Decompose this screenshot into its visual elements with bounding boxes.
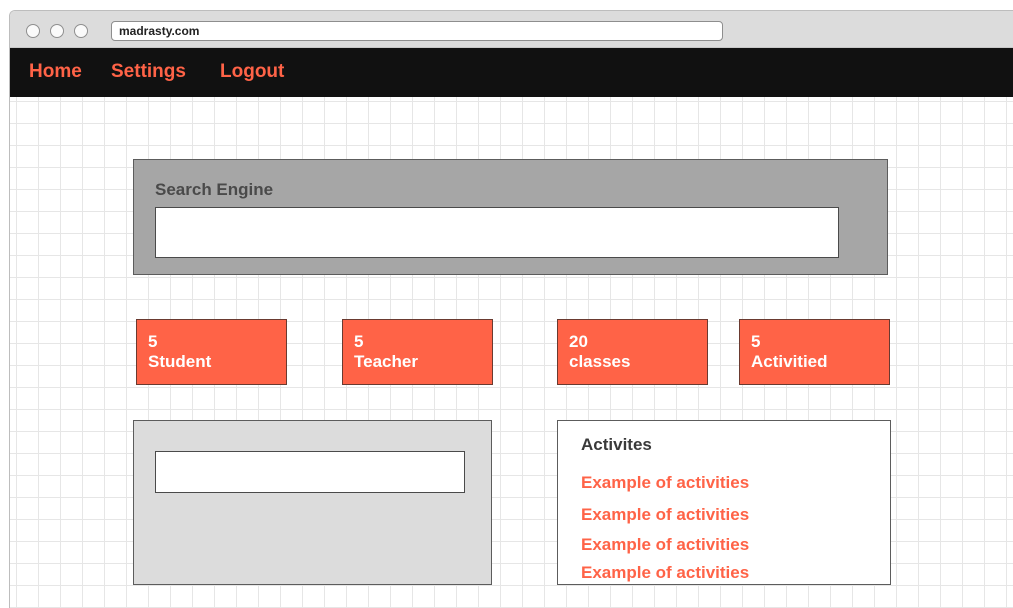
window-maximize-button[interactable] xyxy=(74,24,88,38)
stat-card-teachers[interactable]: 5 Teacher xyxy=(342,319,493,385)
activity-item[interactable]: Example of activities xyxy=(581,563,749,583)
nav-settings-link[interactable]: Settings xyxy=(111,61,186,83)
stat-label: Student xyxy=(148,352,212,371)
activity-item[interactable]: Example of activities xyxy=(581,473,749,493)
activity-item[interactable]: Example of activities xyxy=(581,505,749,525)
top-navbar: Home Settings Logout xyxy=(10,48,1013,97)
stat-label: Activitied xyxy=(751,352,828,371)
stat-label: classes xyxy=(569,352,631,371)
search-input[interactable] xyxy=(155,207,839,258)
activities-title: Activites xyxy=(581,435,652,454)
stat-count: 20 xyxy=(569,332,588,351)
left-panel-input[interactable] xyxy=(155,451,465,493)
browser-titlebar: madrasty.com xyxy=(10,11,1013,48)
stat-count: 5 xyxy=(354,332,364,351)
window-close-button[interactable] xyxy=(26,24,40,38)
stat-count: 5 xyxy=(148,332,158,351)
activity-item[interactable]: Example of activities xyxy=(581,535,749,555)
search-engine-panel: Search Engine xyxy=(133,159,888,275)
address-bar[interactable]: madrasty.com xyxy=(111,21,723,41)
stat-card-activities[interactable]: 5 Activitied xyxy=(739,319,890,385)
browser-window: madrasty.com Home Settings Logout Search… xyxy=(9,10,1013,608)
stat-label: Teacher xyxy=(354,352,418,371)
nav-home-link[interactable]: Home xyxy=(29,61,82,83)
window-minimize-button[interactable] xyxy=(50,24,64,38)
activities-panel: Activites Example of activities Example … xyxy=(557,420,891,585)
stat-card-students[interactable]: 5 Student xyxy=(136,319,287,385)
left-panel xyxy=(133,420,492,585)
stat-count: 5 xyxy=(751,332,761,351)
search-engine-title: Search Engine xyxy=(155,180,274,199)
nav-logout-link[interactable]: Logout xyxy=(220,61,284,83)
stat-card-classes[interactable]: 20 classes xyxy=(557,319,708,385)
page-content: Search Engine 5 Student 5 Teacher 20 cla… xyxy=(10,97,1013,608)
